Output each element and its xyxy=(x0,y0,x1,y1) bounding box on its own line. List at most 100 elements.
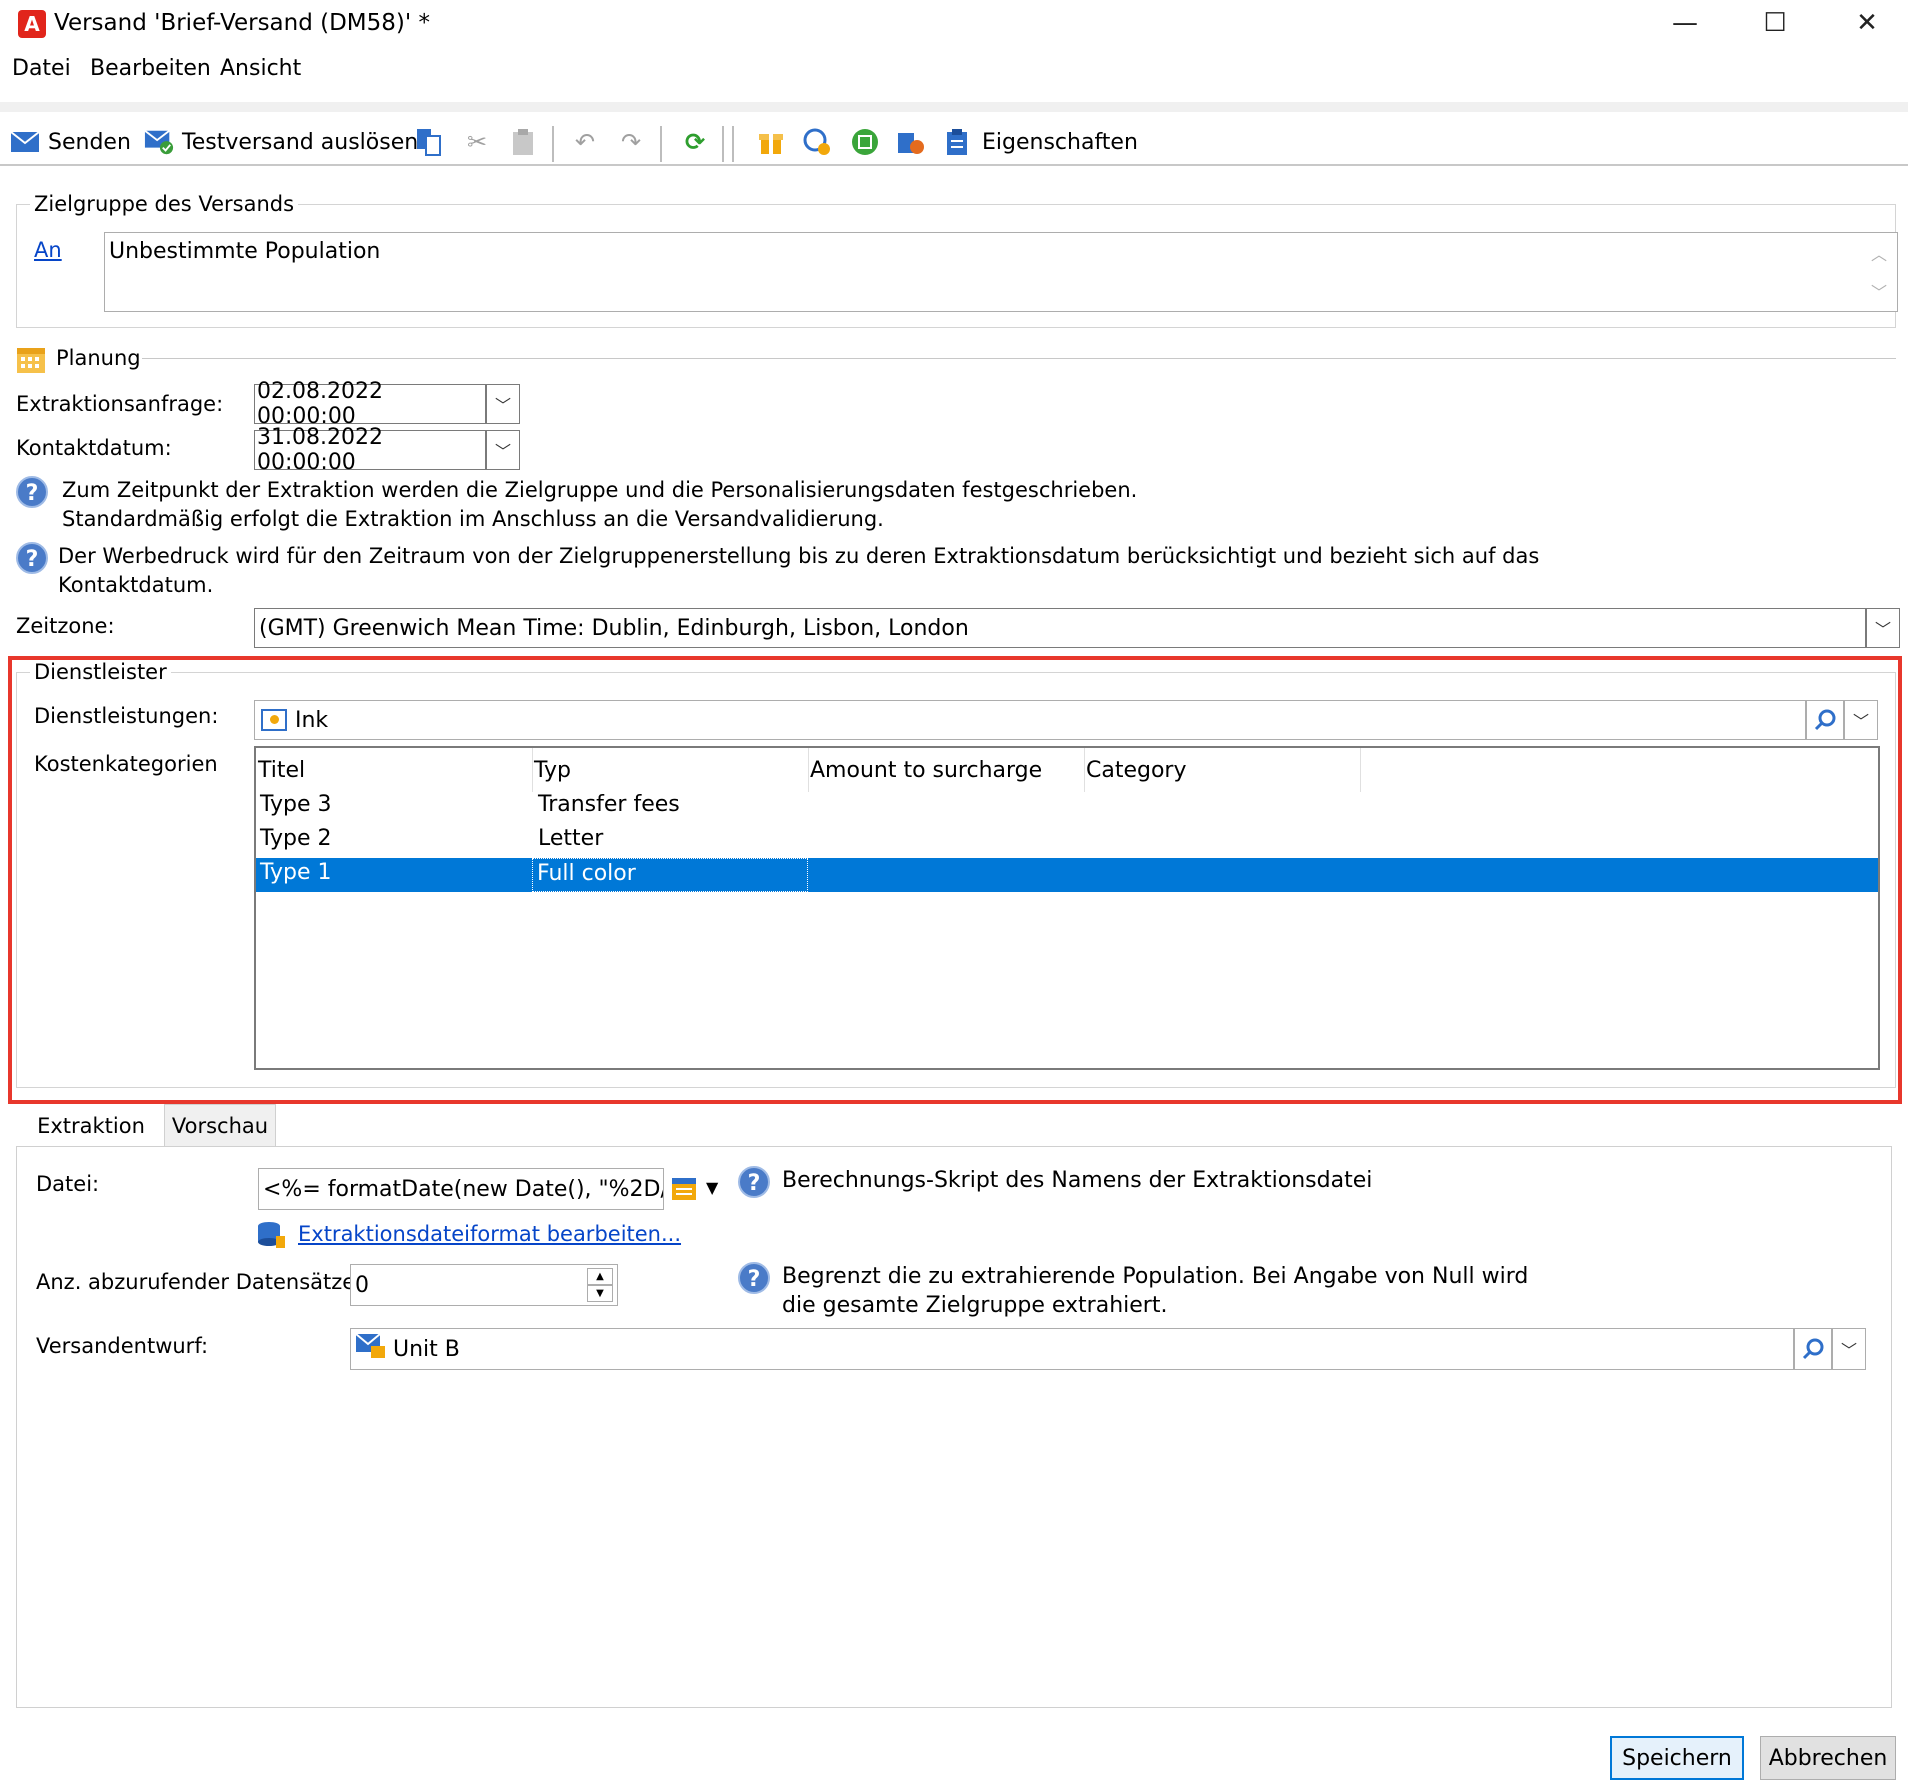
records-label: Anz. abzurufender Datensätze: xyxy=(36,1270,363,1294)
copy-button[interactable] xyxy=(414,122,444,162)
paste-icon xyxy=(508,127,538,157)
test-send-label: Testversand auslösen xyxy=(182,129,419,155)
toolbar-divider xyxy=(0,164,1908,166)
template-icon xyxy=(355,1332,387,1366)
file-name-value: <%= formatDate(new Date(), "%2D/% xyxy=(263,1176,664,1202)
toolbar-separator xyxy=(660,126,662,162)
redo-icon: ↷ xyxy=(620,128,642,156)
menu-datei[interactable]: Datei xyxy=(12,56,71,81)
contact-date-label: Kontaktdatum: xyxy=(16,436,172,460)
clipboard-icon xyxy=(942,127,972,157)
copy-icon xyxy=(414,127,444,157)
extraction-date-dropdown[interactable]: ﹀ xyxy=(486,384,520,424)
planning-legend: Planung xyxy=(56,346,141,370)
timezone-label: Zeitzone: xyxy=(16,614,115,638)
properties-button[interactable]: Eigenschaften xyxy=(942,122,1138,162)
menu-bearbeiten[interactable]: Bearbeiten xyxy=(90,56,211,81)
records-help-text: Begrenzt die zu extrahierende Population… xyxy=(782,1264,1529,1318)
menu-ansicht[interactable]: Ansicht xyxy=(220,56,301,81)
template-label: Versandentwurf: xyxy=(36,1334,209,1358)
redo-button[interactable]: ↷ xyxy=(616,122,646,162)
target-button[interactable] xyxy=(802,122,832,162)
timezone-field[interactable]: (GMT) Greenwich Mean Time: Dublin, Edinb… xyxy=(254,608,1866,648)
template-dropdown[interactable]: ﹀ xyxy=(1832,1328,1866,1370)
help-icon: ? xyxy=(738,1262,770,1294)
envelope-icon xyxy=(10,127,40,157)
target-icon xyxy=(802,127,832,157)
caret-down-icon[interactable]: ▼ xyxy=(706,1178,718,1197)
template-field[interactable]: Unit B xyxy=(350,1328,1794,1370)
chevron-down-icon: ﹀ xyxy=(1874,620,1891,639)
extraction-info-text: Zum Zeitpunkt der Extraktion werden die … xyxy=(62,478,1138,531)
contact-date-dropdown[interactable]: ﹀ xyxy=(486,430,520,470)
title-bar: A Versand 'Brief-Versand (DM58)' * — ☐ ✕ xyxy=(0,0,1908,48)
maximize-button[interactable]: ☐ xyxy=(1730,0,1820,46)
scroll-up-icon[interactable]: ︿ xyxy=(1871,241,1887,265)
minimize-button[interactable]: — xyxy=(1640,0,1730,46)
close-button[interactable]: ✕ xyxy=(1822,0,1908,46)
chevron-down-icon: ﹀ xyxy=(1840,1341,1857,1360)
undo-icon: ↶ xyxy=(574,128,596,156)
file-label: Datei: xyxy=(36,1172,100,1196)
edit-file-format-link[interactable]: Extraktionsdateiformat bearbeiten... xyxy=(298,1222,681,1246)
tab-vorschau[interactable]: Vorschau xyxy=(164,1104,276,1146)
chevron-down-icon: ﹀ xyxy=(494,442,511,461)
cut-button[interactable]: ✂ xyxy=(462,122,492,162)
undo-button[interactable]: ↶ xyxy=(570,122,600,162)
refresh-button[interactable]: ⟳ xyxy=(680,122,710,162)
app-logo-icon: A xyxy=(18,10,46,38)
test-send-button[interactable]: Testversand auslösen xyxy=(144,122,418,162)
tab-extraktion[interactable]: Extraktion xyxy=(18,1104,164,1146)
contact-date-field[interactable]: 31.08.2022 00:00:00 xyxy=(254,425,486,475)
properties-label: Eigenschaften xyxy=(982,129,1138,155)
template-search-button[interactable] xyxy=(1794,1328,1832,1370)
pressure-info-text: Der Werbedruck wird für den Zeitraum von… xyxy=(58,544,1540,597)
file-help-text: Berechnungs-Skript des Namens der Extrak… xyxy=(782,1168,1373,1193)
paste-button[interactable] xyxy=(508,122,538,162)
help-icon: ? xyxy=(738,1166,770,1198)
help-icon: ? xyxy=(16,476,48,508)
to-link[interactable]: An xyxy=(34,238,62,262)
send-label: Senden xyxy=(48,129,131,155)
chevron-down-icon: ﹀ xyxy=(494,396,511,415)
template-value: Unit B xyxy=(393,1336,460,1362)
search-icon xyxy=(1802,1338,1824,1360)
help-icon: ? xyxy=(16,542,48,574)
toolbar-separator xyxy=(722,126,724,162)
highlight-box xyxy=(8,656,1902,1104)
script-editor-icon[interactable] xyxy=(670,1174,700,1204)
records-field[interactable]: 0 ▲ ▼ xyxy=(350,1264,618,1306)
planning-divider xyxy=(142,358,1896,359)
cancel-button[interactable]: Abbrechen xyxy=(1760,1736,1896,1780)
records-value: 0 xyxy=(355,1272,369,1298)
file-name-field[interactable]: <%= formatDate(new Date(), "%2D/% xyxy=(258,1168,664,1210)
approve-button[interactable] xyxy=(850,122,880,162)
save-button[interactable]: Speichern xyxy=(1610,1736,1744,1780)
population-field[interactable]: Unbestimmte Population ︿ ﹀ xyxy=(104,232,1898,312)
extraction-date-value: 02.08.2022 00:00:00 xyxy=(257,379,383,429)
calendar-icon xyxy=(16,344,46,374)
toolbar-separator xyxy=(732,126,734,162)
gift-button[interactable] xyxy=(756,122,786,162)
timezone-value: (GMT) Greenwich Mean Time: Dublin, Edinb… xyxy=(259,615,969,641)
population-text: Unbestimmte Population xyxy=(109,239,381,264)
timezone-dropdown[interactable]: ﹀ xyxy=(1866,608,1900,648)
cut-icon: ✂ xyxy=(466,128,488,156)
database-edit-icon xyxy=(256,1220,286,1250)
envelope-check-icon xyxy=(144,127,174,157)
approve-icon xyxy=(850,127,880,157)
target-group-legend: Zielgruppe des Versands xyxy=(30,192,299,216)
contact-date-value: 31.08.2022 00:00:00 xyxy=(257,425,383,475)
send-button[interactable]: Senden xyxy=(10,122,131,162)
gift-icon xyxy=(756,127,786,157)
delivery-icon xyxy=(896,127,926,157)
toolbar: Senden Testversand auslösen ✂ ↶ ↷ ⟳ Eige… xyxy=(0,102,1908,166)
extraction-date-field[interactable]: 02.08.2022 00:00:00 xyxy=(254,379,486,429)
refresh-icon: ⟳ xyxy=(684,128,706,156)
delivery-button[interactable] xyxy=(896,122,926,162)
stepper-down-icon[interactable]: ▼ xyxy=(587,1285,613,1302)
stepper-up-icon[interactable]: ▲ xyxy=(587,1268,613,1285)
toolbar-separator xyxy=(552,126,554,162)
scroll-down-icon[interactable]: ﹀ xyxy=(1871,279,1887,303)
window-title: Versand 'Brief-Versand (DM58)' * xyxy=(54,10,431,36)
